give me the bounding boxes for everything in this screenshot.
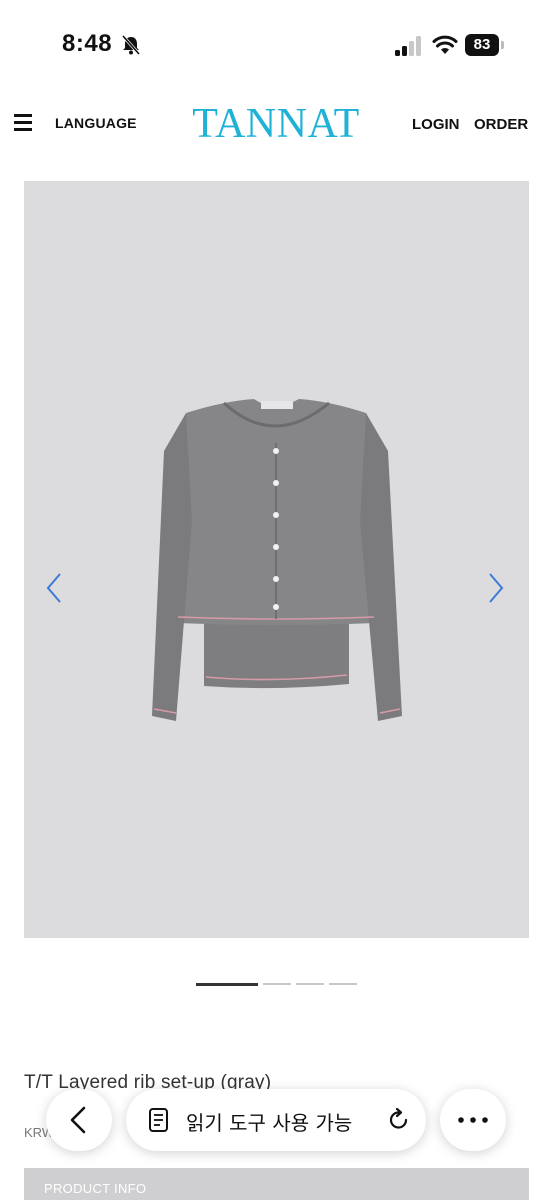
language-link[interactable]: LANGUAGE — [55, 115, 137, 131]
site-logo[interactable]: TANNAT — [188, 100, 364, 148]
product-gallery[interactable] — [24, 181, 529, 938]
site-header: LANGUAGE TANNAT LOGIN ORDER — [0, 92, 552, 156]
document-icon — [149, 1108, 168, 1132]
chevron-left-icon — [70, 1106, 86, 1134]
battery-level: 83 — [473, 36, 491, 53]
bell-slash-icon — [121, 35, 141, 55]
more-dots-icon — [458, 1117, 488, 1123]
hamburger-menu-icon[interactable] — [14, 114, 32, 132]
pager-dot-1[interactable] — [196, 983, 258, 986]
status-time: 8:48 — [62, 30, 113, 57]
order-link[interactable]: ORDER — [474, 116, 528, 133]
battery-tip — [501, 41, 504, 49]
back-button[interactable] — [46, 1089, 112, 1151]
slide-pager — [0, 983, 552, 986]
status-bar: 8:48 83 — [0, 0, 552, 92]
more-options-button[interactable] — [440, 1089, 506, 1151]
pager-dot-4[interactable] — [329, 983, 357, 985]
product-image — [152, 399, 402, 721]
signal-icon — [395, 36, 421, 56]
reader-mode-label: 읽기 도구 사용 가능 — [186, 1111, 353, 1135]
next-slide-icon[interactable] — [484, 571, 508, 605]
pager-dot-3[interactable] — [296, 983, 324, 985]
reader-mode-button[interactable]: 읽기 도구 사용 가능 — [126, 1089, 426, 1151]
pager-dot-2[interactable] — [263, 983, 291, 985]
battery-icon: 83 — [465, 34, 505, 56]
product-info-label: PRODUCT INFO — [44, 1181, 147, 1196]
previous-slide-icon[interactable] — [42, 571, 66, 605]
product-info-bar[interactable]: PRODUCT INFO — [24, 1168, 529, 1200]
login-link[interactable]: LOGIN — [412, 116, 460, 133]
wifi-icon — [432, 35, 458, 54]
reload-icon[interactable] — [386, 1107, 412, 1133]
